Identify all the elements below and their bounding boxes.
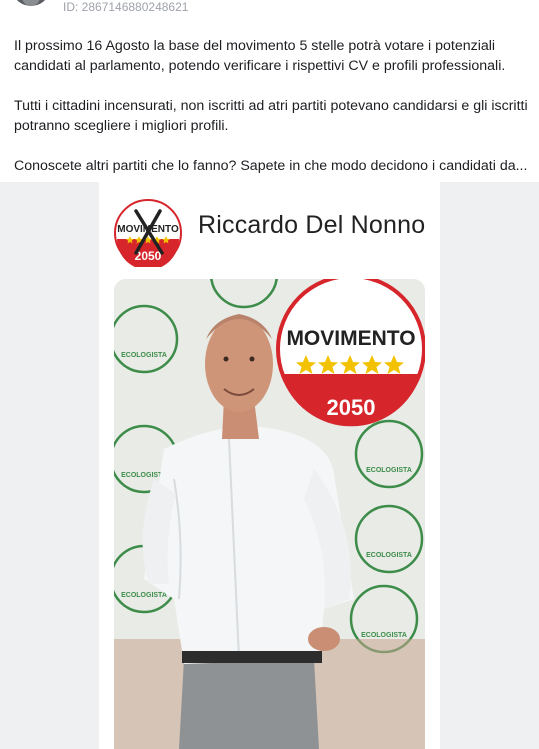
author-avatar[interactable] bbox=[14, 0, 48, 6]
post-id: ID: 2867146880248621 bbox=[63, 0, 189, 14]
post-text: Il prossimo 16 Agosto la base del movime… bbox=[14, 36, 529, 196]
post-paragraph-3[interactable]: Conoscete altri partiti che lo fanno? Sa… bbox=[14, 156, 529, 176]
movimento-logo-small: MOVIMENTO 2050 bbox=[114, 199, 182, 270]
candidate-photo: ECOLOGISTA ECOLOGISTA ECOLOGISTA ECOLOGI… bbox=[114, 279, 425, 749]
logo-large-word: MOVIMENTO bbox=[286, 327, 415, 350]
logo-large-year: 2050 bbox=[327, 395, 376, 420]
wall-logo-text-6: ECOLOGISTA bbox=[361, 632, 407, 639]
wall-logo-text-1: ECOLOGISTA bbox=[121, 352, 167, 359]
movimento-logo-large: MOVIMENTO 2050 bbox=[276, 279, 425, 427]
wall-logo-text-3: ECOLOGISTA bbox=[121, 592, 167, 599]
wall-logo-text-4: ECOLOGISTA bbox=[366, 467, 412, 474]
post-paragraph-2: Tutti i cittadini incensurati, non iscri… bbox=[14, 98, 528, 134]
wall-logo-text-5: ECOLOGISTA bbox=[366, 552, 412, 559]
candidate-name: Riccardo Del Nonno bbox=[198, 211, 426, 239]
post-header: ID: 2867146880248621 bbox=[0, 0, 539, 20]
post-paragraph-1: Il prossimo 16 Agosto la base del movime… bbox=[14, 38, 506, 74]
